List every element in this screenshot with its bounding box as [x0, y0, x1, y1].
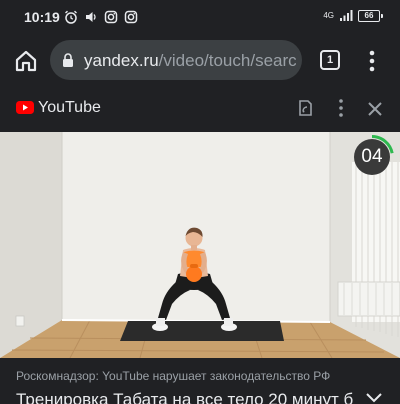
battery-level: 66: [364, 11, 374, 20]
tab-count: 1: [326, 54, 334, 66]
url-path: /video/touch/searc: [158, 51, 296, 70]
menu-icon[interactable]: [362, 48, 382, 74]
network-type: 4G: [323, 10, 334, 20]
address-bar[interactable]: yandex.ru/video/touch/searc: [50, 40, 302, 80]
status-bar: 10:19 4G 66: [0, 0, 400, 36]
rkn-notice: Роскомнадзор: YouTube нарушает законодат…: [16, 369, 331, 383]
youtube-logo-icon: [16, 101, 34, 114]
signal-icon: [340, 10, 353, 21]
video-info: Роскомнадзор: YouTube нарушает законодат…: [0, 358, 400, 404]
battery-icon: 66: [358, 9, 383, 22]
video-frame: [0, 132, 400, 358]
video-title[interactable]: Тренировка Табата на все тело 20 минут б: [16, 390, 356, 404]
notification-icons: [64, 10, 138, 24]
volume-icon: [86, 12, 96, 22]
status-time: 10:19: [24, 9, 60, 25]
sheet-title: YouTube: [38, 99, 101, 116]
instagram-icon: [104, 10, 118, 24]
url-text[interactable]: yandex.ru/video/touch/searc: [84, 51, 296, 71]
alarm-icon: [65, 10, 77, 24]
instagram-icon: [124, 10, 138, 24]
video-player[interactable]: [0, 132, 400, 358]
tab-switcher-button[interactable]: 1: [320, 50, 340, 70]
chevron-down-icon[interactable]: [364, 391, 384, 404]
sheet-header: YouTube: [0, 86, 400, 132]
system-icons: 4G 66: [323, 9, 383, 22]
countdown-number: 04: [361, 146, 383, 167]
home-icon[interactable]: [12, 47, 40, 75]
lock-icon[interactable]: [62, 53, 74, 68]
more-icon[interactable]: [334, 98, 348, 118]
browser-toolbar: yandex.ru/video/touch/searc 1: [0, 36, 400, 86]
url-host: yandex.ru: [84, 51, 159, 70]
close-icon[interactable]: [366, 100, 384, 118]
open-in-app-icon[interactable]: [296, 99, 314, 117]
